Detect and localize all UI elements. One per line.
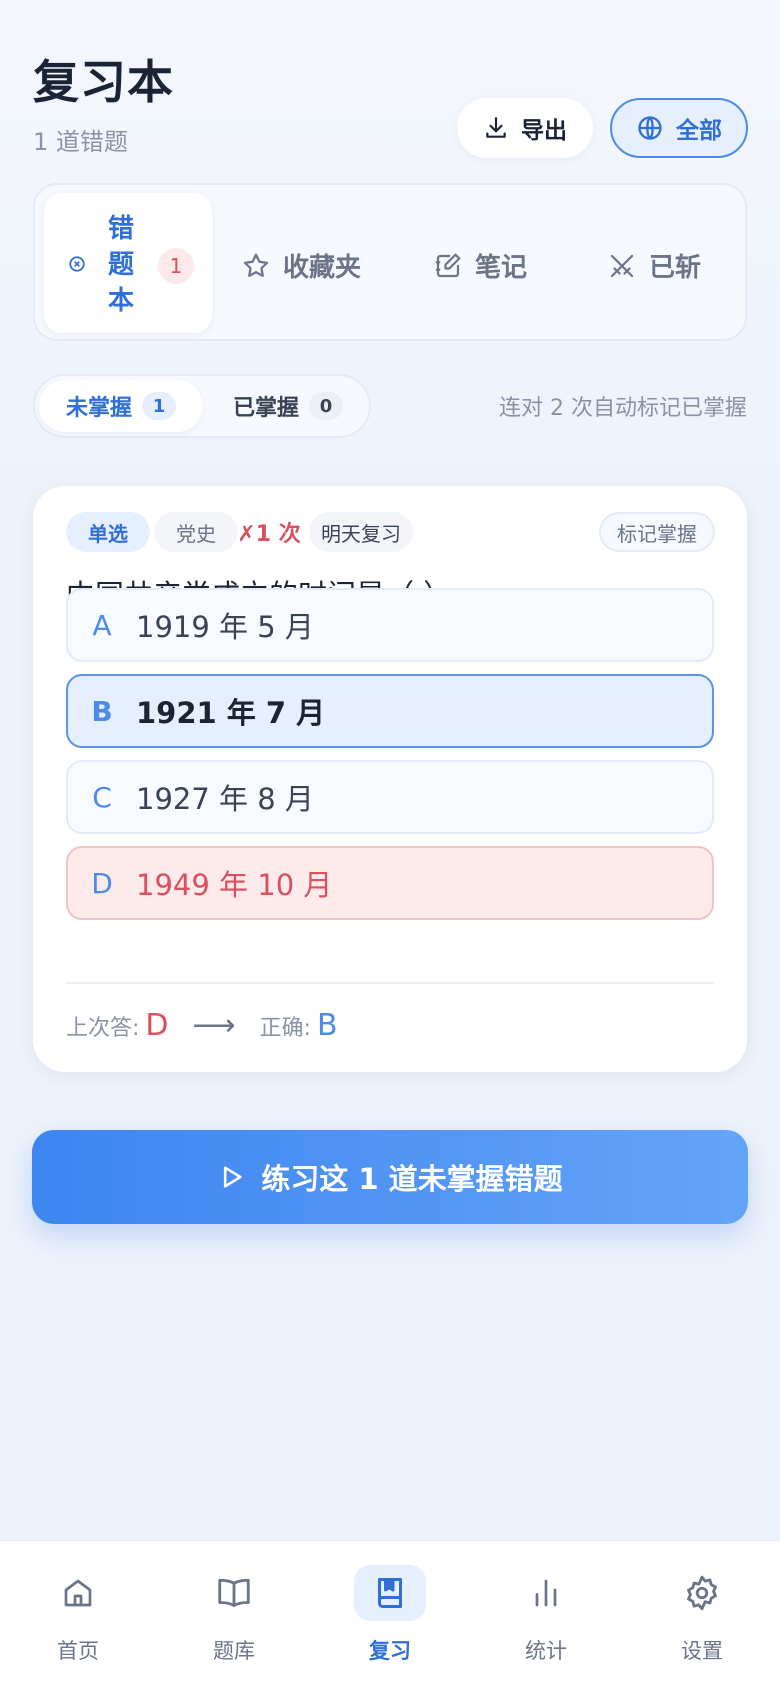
nav-review-label: 复习: [369, 1639, 411, 1663]
tab-notes[interactable]: 笔记: [433, 247, 527, 284]
nav-stats[interactable]: 统计: [486, 1565, 606, 1665]
review-tabs: 错题本 1 收藏夹 笔记 已斩: [33, 183, 747, 341]
bar-chart-icon: [535, 1579, 557, 1607]
tab-wrong-book-count: 1: [158, 248, 194, 284]
wrong-count-tag: ✗1 次: [237, 522, 301, 547]
option-text: 1927 年 8 月: [136, 782, 314, 816]
question-type-tag: 单选: [66, 512, 150, 552]
auto-mastery-hint: 连对 2 次自动标记已掌握: [499, 396, 747, 421]
tab-favorites-label: 收藏夹: [283, 253, 362, 283]
filter-mastered-count: 0: [309, 392, 343, 420]
nav-question-bank-label: 题库: [213, 1639, 255, 1663]
filter-unmastered[interactable]: 未掌握 1: [39, 380, 203, 432]
review-date-tag: 明天复习: [309, 512, 413, 552]
star-icon: [243, 253, 269, 277]
nav-home-label: 首页: [57, 1639, 99, 1663]
option-d[interactable]: D 1949 年 10 月: [66, 846, 714, 920]
subject-tag: 党史: [154, 512, 238, 552]
correct-answer-label: 正确:: [259, 1015, 311, 1041]
globe-icon: [638, 116, 662, 140]
last-answer-label: 上次答:: [66, 1015, 140, 1041]
gear-icon: [687, 1575, 717, 1611]
filter-mastered[interactable]: 已掌握 0: [213, 380, 363, 432]
x-circle-icon: [69, 256, 85, 272]
option-letter: A: [92, 608, 112, 642]
nav-stats-label: 统计: [525, 1639, 567, 1663]
wrong-count-subtitle: 1 道错题: [33, 128, 128, 156]
option-letter: D: [91, 866, 113, 900]
option-letter: C: [92, 780, 112, 814]
bookmark-book-icon: [378, 1578, 402, 1608]
filter-mastered-label: 已掌握: [232, 396, 299, 421]
nav-review[interactable]: 复习: [330, 1565, 450, 1665]
option-text: 1919 年 5 月: [136, 610, 314, 644]
tab-notes-label: 笔记: [475, 253, 528, 283]
filter-unmastered-label: 未掌握: [65, 396, 132, 421]
book-open-icon: [218, 1578, 250, 1608]
play-icon: [224, 1166, 242, 1188]
crossed-swords-icon: [610, 254, 634, 277]
bottom-nav: 首页 题库 复习 统计 设置: [0, 1540, 780, 1688]
home-icon: [64, 1579, 92, 1607]
tab-slashed-label: 已斩: [649, 253, 702, 283]
practice-button-label: 练习这 1 道未掌握错题: [261, 1162, 563, 1196]
filter-unmastered-count: 1: [142, 392, 176, 420]
answer-summary: 上次答: D ⟶ 正确: B: [66, 1008, 338, 1043]
nav-settings[interactable]: 设置: [642, 1565, 762, 1665]
arrow-right-icon: ⟶: [192, 1008, 236, 1043]
export-button[interactable]: 导出: [457, 98, 593, 158]
option-c[interactable]: C 1927 年 8 月: [66, 760, 714, 834]
edit-icon: [435, 253, 461, 277]
option-b[interactable]: B 1921 年 7 月: [66, 674, 714, 748]
filter-all-button[interactable]: 全部: [610, 98, 748, 158]
nav-question-bank[interactable]: 题库: [174, 1565, 294, 1665]
tab-slashed[interactable]: 已斩: [607, 247, 701, 284]
export-label: 导出: [521, 118, 567, 144]
divider: [66, 982, 714, 984]
correct-answer: B: [316, 1008, 338, 1043]
last-answer: D: [145, 1008, 169, 1043]
option-text: 1921 年 7 月: [136, 696, 326, 730]
option-a[interactable]: A 1919 年 5 月: [66, 588, 714, 662]
filter-all-label: 全部: [676, 118, 722, 144]
mastery-filter: 未掌握 1 已掌握 0: [33, 374, 371, 438]
tab-wrong-book[interactable]: 错题本 1: [44, 193, 212, 333]
option-letter: B: [91, 694, 113, 728]
nav-settings-label: 设置: [681, 1639, 723, 1663]
page-title: 复习本: [33, 55, 174, 109]
nav-home[interactable]: 首页: [18, 1565, 138, 1665]
practice-button[interactable]: 练习这 1 道未掌握错题: [32, 1130, 748, 1224]
option-text: 1949 年 10 月: [136, 868, 333, 902]
mark-mastered-button[interactable]: 标记掌握: [599, 512, 715, 552]
question-card: 单选 党史 ✗1 次 明天复习 标记掌握 中国共产党成立的时间是（ ）。 A 1…: [33, 486, 747, 1072]
tab-wrong-book-label: 错题本: [107, 214, 134, 316]
download-icon: [486, 117, 506, 138]
tab-favorites[interactable]: 收藏夹: [241, 247, 361, 284]
